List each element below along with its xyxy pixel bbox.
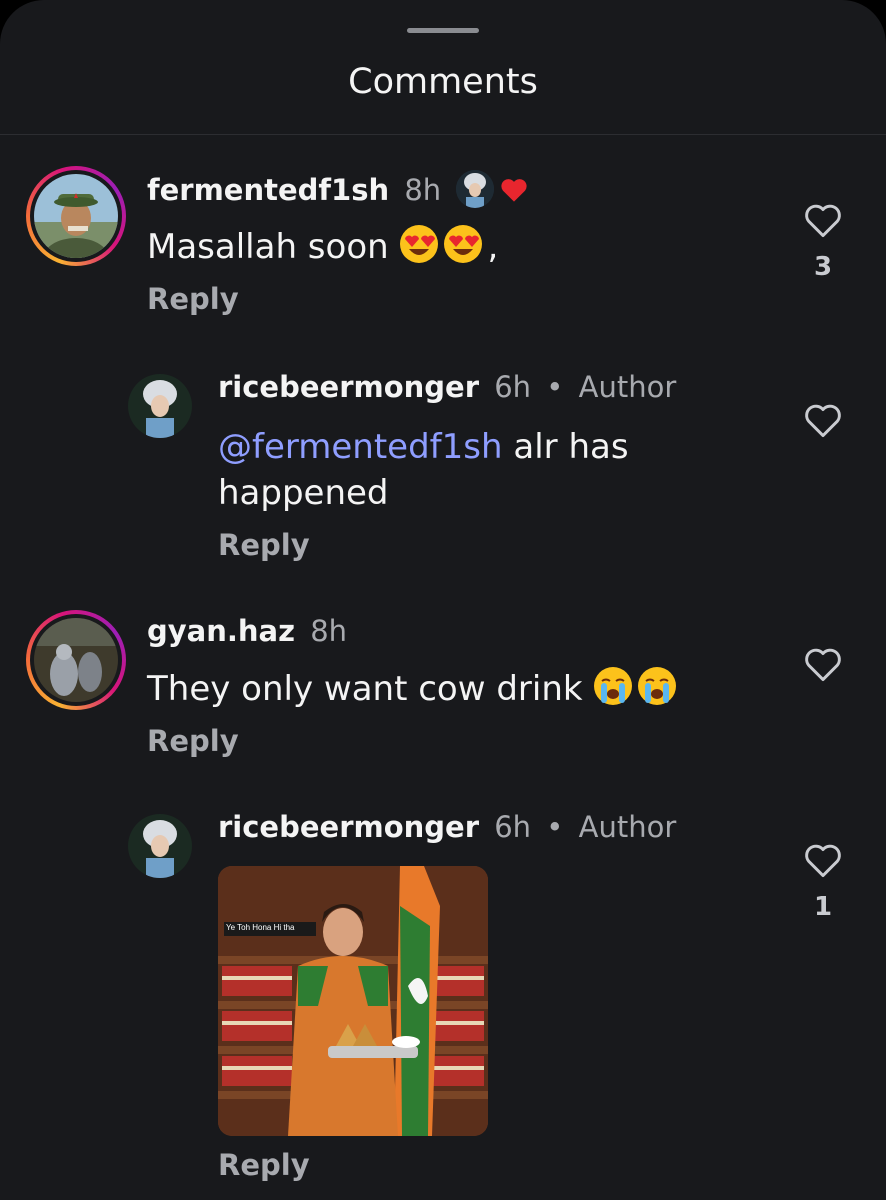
username[interactable]: ricebeermonger (218, 810, 479, 844)
heart-eyes-emoji-icon (399, 224, 439, 276)
avatar (34, 174, 118, 258)
reply-button[interactable]: Reply (218, 528, 310, 562)
heart-icon (500, 176, 528, 210)
comment-text: @fermentedf1sh alr has happened (218, 427, 629, 513)
image-caption: Ye Toh Hona Hi tha (226, 923, 295, 932)
author-liked-badge (456, 170, 532, 210)
mention-link[interactable]: @fermentedf1sh (218, 427, 503, 467)
crying-face-emoji-icon (593, 666, 633, 718)
avatar (34, 618, 118, 702)
reply-button[interactable]: Reply (147, 282, 239, 316)
author-avatar-mini (456, 170, 495, 208)
story-ring[interactable] (26, 610, 126, 710)
heart-icon[interactable] (803, 646, 843, 682)
username[interactable]: ricebeermonger (218, 370, 479, 404)
comment-meta: ricebeermonger 6h • Author (218, 370, 676, 404)
separator-dot: • (546, 370, 564, 404)
timestamp: 8h (310, 614, 348, 648)
heart-eyes-emoji-icon (443, 224, 483, 276)
comment-meta: ricebeermonger 6h • Author (218, 810, 676, 844)
drag-handle[interactable] (407, 28, 479, 33)
avatar[interactable] (128, 374, 192, 438)
like-count: 1 (813, 892, 833, 922)
reply-button[interactable]: Reply (218, 1148, 310, 1182)
author-badge: Author (578, 370, 677, 404)
timestamp: 6h (494, 810, 532, 844)
heart-icon[interactable] (803, 402, 843, 438)
comments-sheet: Comments fermentedf1sh 8h Masallah soon … (0, 0, 886, 1200)
heart-icon[interactable] (803, 842, 843, 878)
author-badge: Author (578, 810, 677, 844)
username[interactable]: fermentedf1sh (147, 173, 389, 207)
reply-button[interactable]: Reply (147, 724, 239, 758)
page-title: Comments (348, 62, 538, 102)
comment-text: Masallah soon , (147, 224, 498, 276)
separator-dot: • (546, 810, 564, 844)
timestamp: 6h (494, 370, 532, 404)
timestamp: 8h (404, 173, 442, 207)
story-ring[interactable] (26, 166, 126, 266)
like-count: 3 (813, 252, 833, 282)
comment-image[interactable]: Ye Toh Hona Hi tha (218, 866, 488, 1136)
comment-meta: gyan.haz 8h (147, 614, 347, 648)
crying-face-emoji-icon (637, 666, 677, 718)
username[interactable]: gyan.haz (147, 614, 295, 648)
avatar[interactable] (128, 814, 192, 878)
comment-meta: fermentedf1sh 8h (147, 170, 532, 210)
comment-text: They only want cow drink (147, 666, 681, 718)
divider (0, 134, 886, 135)
heart-icon[interactable] (803, 202, 843, 238)
